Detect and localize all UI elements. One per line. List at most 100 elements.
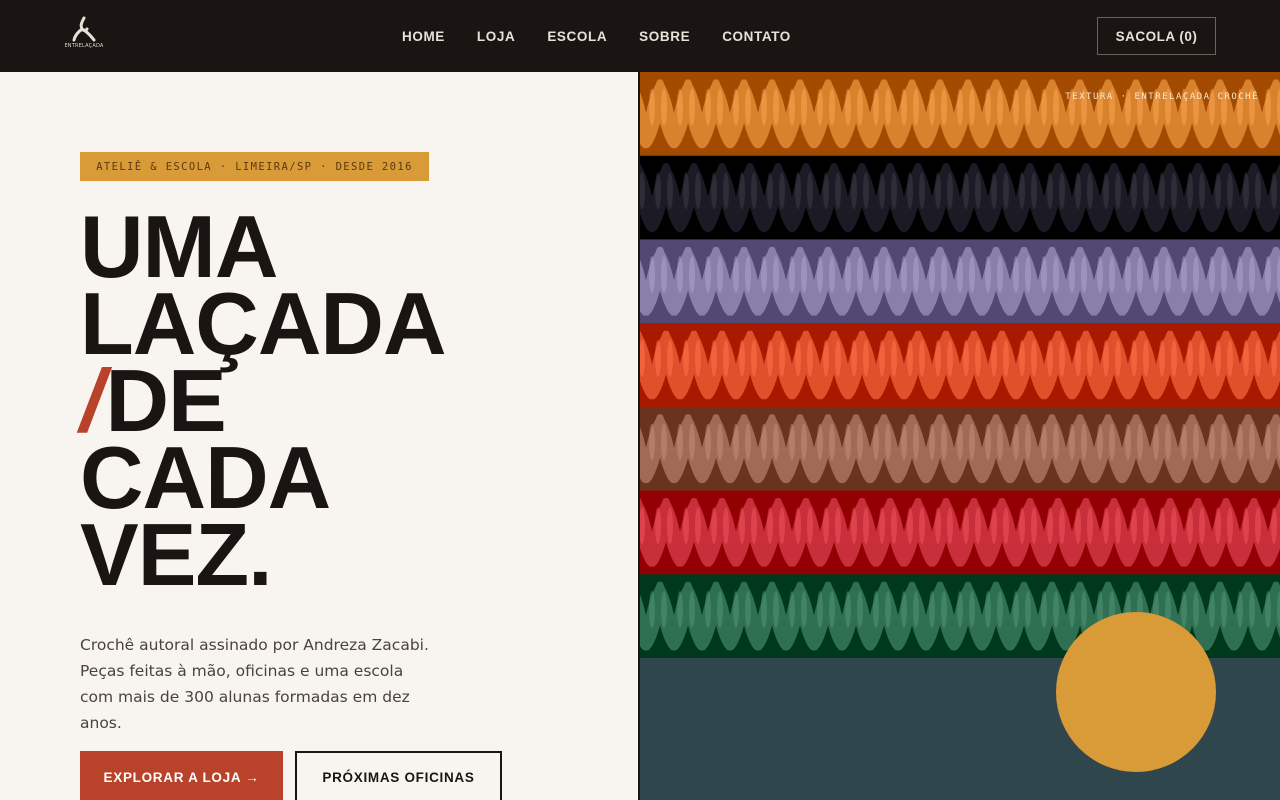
stitch-highlight	[929, 88, 935, 126]
nav-home[interactable]: HOME	[402, 29, 445, 44]
stitch-highlight	[723, 172, 729, 210]
stitch-highlight	[717, 423, 723, 461]
stitch-highlight	[661, 591, 667, 628]
stitch-highlight	[1199, 339, 1205, 377]
stitch-highlight	[689, 591, 695, 628]
stitch-highlight	[677, 591, 683, 628]
stitch-highlight	[1249, 256, 1255, 294]
stitch-highlight	[1013, 88, 1019, 126]
stitch-highlight	[761, 591, 767, 628]
stitch-highlight	[655, 172, 661, 210]
stitch-highlight	[985, 591, 991, 628]
stitch-highlight	[1069, 256, 1075, 294]
stitch-highlight	[1171, 507, 1177, 545]
stitch-highlight	[1187, 507, 1193, 545]
stitch-highlight	[655, 507, 661, 545]
stitch-highlight	[957, 423, 963, 461]
stitch-highlight	[1215, 507, 1221, 545]
stitch-highlight	[683, 339, 689, 377]
stitch-highlight	[1265, 423, 1271, 461]
stitch-highlight	[751, 172, 757, 210]
stitch-highlight	[1131, 507, 1137, 545]
stitch-highlight	[723, 507, 729, 545]
explore-shop-button[interactable]: EXPLORAR A LOJA →	[80, 751, 283, 800]
stitch-highlight	[689, 88, 695, 126]
stitch-highlight	[817, 256, 823, 294]
stitch-highlight	[835, 172, 841, 210]
upcoming-workshops-button[interactable]: PRÓXIMAS OFICINAS	[295, 751, 502, 800]
cart-button[interactable]: SACOLA (0)	[1097, 17, 1216, 55]
stitch-highlight	[745, 423, 751, 461]
stitch-highlight	[941, 591, 947, 628]
stitch-highlight	[649, 256, 655, 294]
stitch-highlight	[1053, 88, 1059, 126]
stitch-highlight	[661, 256, 667, 294]
stitch-highlight	[891, 172, 897, 210]
stitch-highlight	[745, 88, 751, 126]
nav-loja[interactable]: LOJA	[477, 29, 515, 44]
nav-sobre[interactable]: SOBRE	[639, 29, 690, 44]
brand-logo[interactable]: ENTRELAÇADA	[64, 16, 104, 56]
stitch-highlight	[1125, 423, 1131, 461]
stitch-highlight	[1227, 172, 1233, 210]
stitch-highlight	[683, 507, 689, 545]
nav-contato[interactable]: CONTATO	[722, 29, 791, 44]
stitch-highlight	[845, 423, 851, 461]
stitch-highlight	[1143, 507, 1149, 545]
stitch-highlight	[957, 256, 963, 294]
stitch-highlight	[689, 256, 695, 294]
stitch-highlight	[1003, 172, 1009, 210]
stitch-highlight	[1013, 256, 1019, 294]
stitch-highlight	[1193, 256, 1199, 294]
logo-text: ENTRELAÇADA	[64, 43, 104, 49]
stitch-highlight	[941, 423, 947, 461]
stitch-highlight	[997, 88, 1003, 126]
stitch-highlight	[941, 88, 947, 126]
stitch-highlight	[1271, 339, 1277, 377]
stitch-highlight	[711, 339, 717, 377]
stitch-highlight	[975, 172, 981, 210]
stitch-highlight	[857, 88, 863, 126]
main-nav: HOME LOJA ESCOLA SOBRE CONTATO	[402, 0, 823, 72]
stitch-highlight	[751, 507, 757, 545]
stitch-highlight	[761, 256, 767, 294]
stitch-highlight	[1131, 339, 1137, 377]
stitch-highlight	[919, 339, 925, 377]
stitch-highlight	[1243, 339, 1249, 377]
stitch-highlight	[745, 591, 751, 628]
stitch-highlight	[667, 507, 673, 545]
stitch-highlight	[997, 591, 1003, 628]
stitch-highlight	[1087, 172, 1093, 210]
stitch-highlight	[997, 423, 1003, 461]
stitch-highlight	[1019, 172, 1025, 210]
stitch-highlight	[1159, 339, 1165, 377]
nav-escola[interactable]: ESCOLA	[547, 29, 607, 44]
stitch-highlight	[1209, 256, 1215, 294]
stitch-highlight	[913, 256, 919, 294]
stitch-highlight	[667, 339, 673, 377]
stitch-highlight	[767, 507, 773, 545]
stitch-highlight	[1181, 591, 1187, 628]
stitch-highlight	[1243, 172, 1249, 210]
stitch-highlight	[885, 88, 891, 126]
stitch-highlight	[1031, 172, 1037, 210]
stitch-highlight	[885, 423, 891, 461]
stitch-highlight	[991, 172, 997, 210]
stitch-highlight	[1143, 172, 1149, 210]
stitch-highlight	[935, 507, 941, 545]
stitch-highlight	[1103, 339, 1109, 377]
stitch-highlight	[779, 172, 785, 210]
stitch-highlight	[829, 88, 835, 126]
stitch-highlight	[767, 339, 773, 377]
stitch-highlight	[683, 172, 689, 210]
stitch-highlight	[789, 591, 795, 628]
stitch-highlight	[655, 339, 661, 377]
stitch-highlight	[823, 507, 829, 545]
site-header: ENTRELAÇADA HOME LOJA ESCOLA SOBRE CONTA…	[0, 0, 1280, 72]
stitch-highlight	[891, 507, 897, 545]
stitch-highlight	[901, 423, 907, 461]
stitch-highlight	[879, 507, 885, 545]
stitch-highlight	[1221, 256, 1227, 294]
stitch-highlight	[705, 256, 711, 294]
stitch-highlight	[907, 339, 913, 377]
